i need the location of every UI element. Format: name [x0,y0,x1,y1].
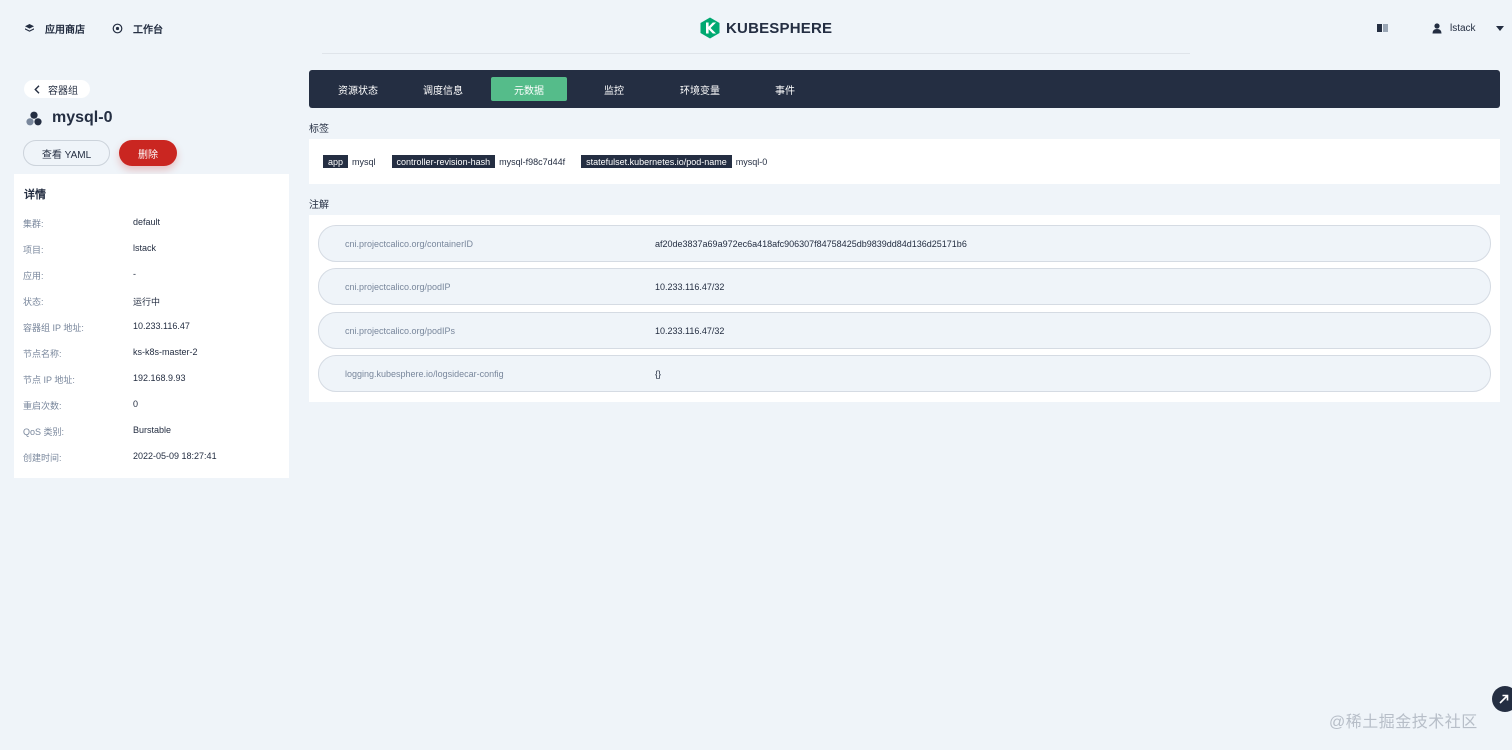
tab-scheduling-info[interactable]: 调度信息 [410,77,476,101]
annotation-row: cni.projectcalico.org/podIP 10.233.116.4… [318,268,1491,305]
tab-monitoring[interactable]: 监控 [591,77,637,101]
nav-app-store-label: 应用商店 [45,24,85,36]
detail-row-pod-ip: 容器组 IP 地址: 10.233.116.47 [14,321,289,337]
detail-value: Burstable [133,425,172,435]
detail-key: 集群: [23,219,44,229]
logo-text: KUBESPHERE [726,19,833,37]
pod-title: mysql-0 [26,109,112,127]
user-name: lstack [1450,22,1476,34]
app-store-icon [25,23,34,32]
user-menu[interactable]: lstack [1432,20,1504,36]
labels-section-title: 标签 [309,124,329,135]
nav-app-store[interactable]: 应用商店 [24,20,85,36]
layout-toggle-icon[interactable] [1377,24,1388,32]
tab-metadata[interactable]: 元数据 [491,77,567,101]
detail-value: - [133,269,136,279]
watermark: @稀土掘金技术社区 [1329,714,1478,731]
detail-key: 重启次数: [23,401,62,411]
detail-value: 10.233.116.47 [133,321,190,331]
annotation-row: cni.projectcalico.org/containerID af20de… [318,225,1491,262]
label-tag: controller-revision-hash mysql-f98c7d44f [391,155,570,168]
detail-row-status: 状态: 运行中 [14,295,289,311]
annotations-panel: cni.projectcalico.org/containerID af20de… [309,215,1500,402]
detail-row-restarts: 重启次数: 0 [14,399,289,415]
detail-key: 容器组 IP 地址: [23,323,84,333]
kubesphere-logo-icon [700,17,720,39]
pod-icon [26,111,42,125]
workbench-icon [112,23,123,33]
details-title: 详情 [24,189,46,201]
kubesphere-logo[interactable]: KUBESPHERE [700,17,832,39]
scroll-to-top-button[interactable] [1492,686,1512,712]
label-tag: app mysql [323,155,380,168]
annotation-row: logging.kubesphere.io/logsidecar-config … [318,355,1491,392]
label-key: statefulset.kubernetes.io/pod-name [581,155,732,168]
annotation-value: af20de3837a69a972ec6a418afc906307f847584… [655,239,967,249]
nav-workbench[interactable]: 工作台 [112,20,163,36]
chevron-left-icon [34,84,40,94]
annotation-key: logging.kubesphere.io/logsidecar-config [345,369,504,379]
detail-tabs: 资源状态 调度信息 元数据 监控 环境变量 事件 [309,70,1500,108]
label-key: controller-revision-hash [391,155,496,168]
detail-key: QoS 类别: [23,427,65,437]
view-yaml-button[interactable]: 查看 YAML [23,140,110,166]
detail-value: 运行中 [133,297,161,307]
detail-row-cluster: 集群: default [14,217,289,233]
annotation-value: {} [655,369,662,379]
detail-value: ks-k8s-master-2 [133,347,198,357]
tab-environment-variables[interactable]: 环境变量 [667,77,733,101]
detail-key: 项目: [23,245,44,255]
annotation-key: cni.projectcalico.org/containerID [345,239,474,249]
nav-workbench-label: 工作台 [133,24,163,36]
detail-key: 节点名称: [23,349,62,359]
detail-row-created: 创建时间: 2022-05-09 18:27:41 [14,451,289,467]
annotation-value: 10.233.116.47/32 [655,326,725,336]
detail-value: lstack [133,243,157,253]
detail-row-application: 应用: - [14,269,289,285]
detail-value: 192.168.9.93 [133,373,186,383]
delete-button[interactable]: 删除 [119,140,177,166]
detail-row-node-ip: 节点 IP 地址: 192.168.9.93 [14,373,289,389]
detail-key: 应用: [23,271,44,281]
annotation-row: cni.projectcalico.org/podIPs 10.233.116.… [318,312,1491,349]
back-label: 容器组 [48,85,78,97]
detail-row-qos: QoS 类别: Burstable [14,425,289,441]
arrow-up-right-icon [1499,694,1509,704]
tab-events[interactable]: 事件 [763,77,807,101]
header-divider [322,53,1190,54]
annotation-key: cni.projectcalico.org/podIPs [345,326,456,336]
label-key: app [323,155,349,168]
chevron-down-icon [1495,25,1504,31]
details-card: 详情 集群: default 项目: lstack 应用: - 状态: 运行中 … [14,174,289,478]
detail-key: 创建时间: [23,453,62,463]
label-value: mysql-f98c7d44f [499,156,566,167]
label-value: mysql-0 [735,156,768,167]
labels-panel: app mysql controller-revision-hash mysql… [309,139,1500,184]
top-header: 应用商店 工作台 KUBESPHERE lstack [0,0,1512,56]
detail-value: 0 [133,399,139,409]
user-icon [1432,22,1442,33]
detail-row-project: 项目: lstack [14,243,289,259]
annotations-section-title: 注解 [309,200,329,211]
detail-key: 状态: [23,297,44,307]
detail-value: default [133,217,161,227]
pod-name: mysql-0 [52,109,113,126]
back-to-pods-link[interactable]: 容器组 [24,80,90,98]
label-tag: statefulset.kubernetes.io/pod-name mysql… [581,155,771,168]
detail-key: 节点 IP 地址: [23,375,75,385]
annotation-value: 10.233.116.47/32 [655,282,725,292]
label-value: mysql [352,156,376,167]
annotation-key: cni.projectcalico.org/podIP [345,282,451,292]
detail-value: 2022-05-09 18:27:41 [133,451,217,461]
tab-resource-status[interactable]: 资源状态 [325,77,391,101]
detail-row-node-name: 节点名称: ks-k8s-master-2 [14,347,289,363]
